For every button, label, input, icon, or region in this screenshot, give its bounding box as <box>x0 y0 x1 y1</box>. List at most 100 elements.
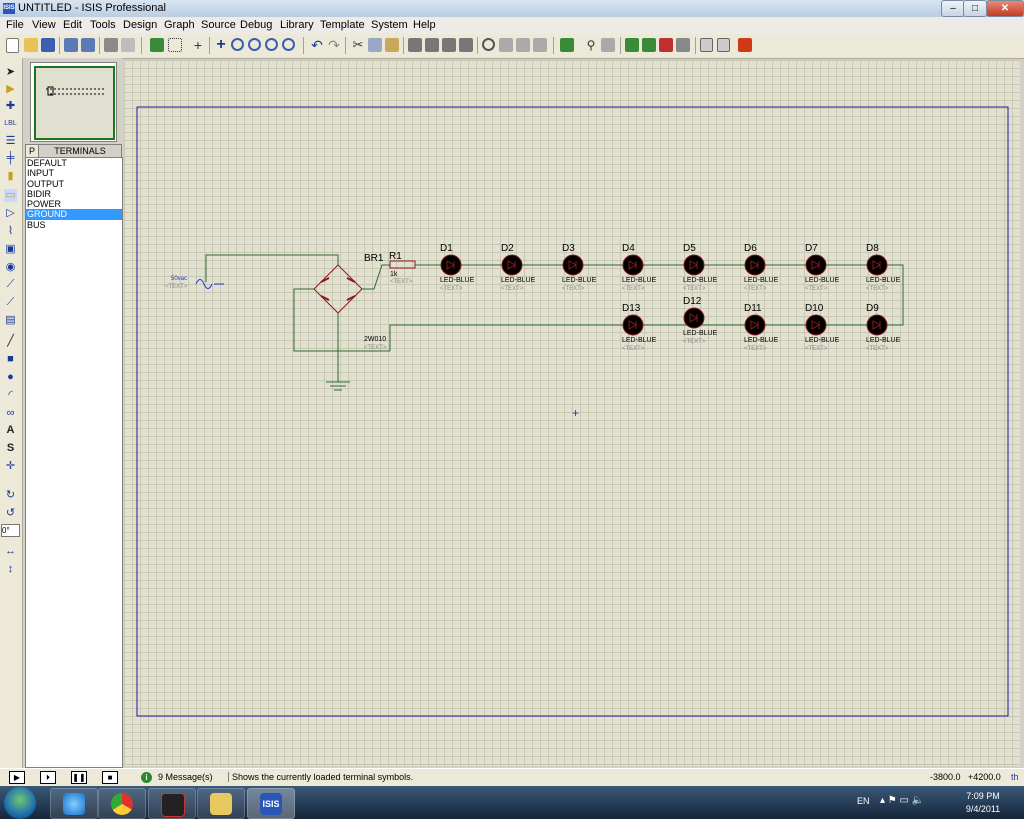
pick-devices-button[interactable]: P <box>25 144 39 158</box>
tape-recorder-icon[interactable]: ▣ <box>4 243 17 256</box>
pan-icon[interactable]: + <box>214 37 228 53</box>
led-symbol[interactable] <box>866 314 888 336</box>
pause-button[interactable]: ❚❚ <box>71 771 87 784</box>
tray-icons[interactable]: ▴ ⚑ ▭ 🔈 <box>880 795 924 806</box>
bridge-rectifier-symbol[interactable] <box>313 264 363 314</box>
undo-icon[interactable]: ↶ <box>310 38 324 52</box>
symbol-tool-icon[interactable]: S <box>4 442 17 455</box>
resistor-symbol[interactable] <box>389 260 416 269</box>
bill-of-materials-icon[interactable] <box>676 38 690 52</box>
led-symbol[interactable] <box>501 254 523 276</box>
message-count[interactable]: 9 Message(s) <box>158 772 213 782</box>
clock-date[interactable]: 9/4/2011 <box>960 804 1006 814</box>
clock-time[interactable]: 7:09 PM <box>960 791 1006 801</box>
terminal-item-power[interactable]: POWER <box>26 199 122 209</box>
device-pins-icon[interactable]: ▷ <box>4 207 17 220</box>
text-script-icon[interactable]: ☰ <box>4 135 17 148</box>
export-icon[interactable] <box>81 38 95 52</box>
selection-mode-icon[interactable]: ➤ <box>4 66 17 79</box>
led-symbol[interactable] <box>622 314 644 336</box>
led-symbol[interactable] <box>622 254 644 276</box>
menu-tools[interactable]: Tools <box>90 19 116 31</box>
netlist-to-ares-icon[interactable] <box>717 38 730 52</box>
wire-label-icon[interactable]: LBL <box>4 117 17 130</box>
led-symbol[interactable] <box>805 314 827 336</box>
terminal-item-ground[interactable]: GROUND <box>26 209 122 220</box>
menu-debug[interactable]: Debug <box>240 19 272 31</box>
menu-system[interactable]: System <box>371 19 408 31</box>
taskbar-chrome-button[interactable] <box>98 788 146 819</box>
copy-block-icon[interactable] <box>408 38 422 52</box>
zoom-in-icon[interactable] <box>231 38 244 51</box>
make-device-icon[interactable] <box>499 38 513 52</box>
led-symbol[interactable] <box>744 314 766 336</box>
generator-mode-icon[interactable]: ◉ <box>4 261 17 274</box>
minimize-button[interactable]: – <box>941 0 965 17</box>
grid-icon[interactable] <box>168 38 182 52</box>
origin-icon[interactable]: + <box>191 38 205 52</box>
junction-dot-icon[interactable]: ✚ <box>4 100 17 113</box>
zoom-area-icon[interactable] <box>282 38 295 51</box>
terminals-mode-icon[interactable]: ▭ <box>4 189 17 202</box>
marker-tool-icon[interactable]: ✛ <box>4 460 17 473</box>
menu-library[interactable]: Library <box>280 19 314 31</box>
menu-help[interactable]: Help <box>413 19 436 31</box>
box-tool-icon[interactable]: ■ <box>4 353 17 366</box>
component-mode-icon[interactable]: ▶ <box>4 83 17 96</box>
print-area-icon[interactable] <box>121 38 135 52</box>
taskbar-app-button[interactable] <box>148 788 196 819</box>
text-tool-icon[interactable]: A <box>4 424 17 437</box>
rotation-angle-field[interactable]: 0° <box>1 524 20 537</box>
menu-design[interactable]: Design <box>123 19 157 31</box>
ac-source-symbol[interactable] <box>195 279 213 289</box>
terminal-item-output[interactable]: OUTPUT <box>26 179 122 189</box>
zoom-all-icon[interactable] <box>265 38 278 51</box>
paste-icon[interactable] <box>385 38 399 52</box>
menu-template[interactable]: Template <box>320 19 365 31</box>
terminal-list[interactable]: DEFAULT INPUT OUTPUT BIDIR POWER GROUND … <box>25 157 123 768</box>
menu-source[interactable]: Source <box>201 19 236 31</box>
taskbar-ie-button[interactable] <box>50 788 98 819</box>
terminal-item-bus[interactable]: BUS <box>26 220 122 230</box>
led-symbol[interactable] <box>683 254 705 276</box>
maximize-button[interactable]: □ <box>963 0 987 17</box>
wire-autorouter-icon[interactable] <box>560 38 574 52</box>
arc-tool-icon[interactable]: ◜ <box>4 389 17 402</box>
graph-mode-icon[interactable]: ⌇ <box>4 225 17 238</box>
taskbar-explorer-button[interactable] <box>197 788 245 819</box>
path-tool-icon[interactable]: ∞ <box>4 407 17 420</box>
zoom-out-icon[interactable] <box>248 38 261 51</box>
electrical-check-icon[interactable] <box>700 38 713 52</box>
current-probe-icon[interactable]: ⟋ <box>4 296 17 309</box>
start-button[interactable] <box>4 787 36 819</box>
rotate-clockwise-icon[interactable]: ↻ <box>4 489 17 502</box>
schematic-canvas[interactable]: 50vac <TEXT> BR1 2W010 <TEXT> R1 1k <TEX… <box>124 60 1020 766</box>
taskbar-isis-button[interactable]: ISIS <box>247 788 295 819</box>
ground-symbol[interactable] <box>326 381 350 391</box>
property-tool-icon[interactable] <box>601 38 615 52</box>
led-symbol[interactable] <box>744 254 766 276</box>
import-icon[interactable] <box>64 38 78 52</box>
terminal-item-bidir[interactable]: BIDIR <box>26 189 122 199</box>
play-button[interactable]: ▶ <box>9 771 25 784</box>
exit-to-parent-icon[interactable] <box>659 38 673 52</box>
menu-graph[interactable]: Graph <box>164 19 195 31</box>
source-label[interactable]: 50vac <box>171 276 187 282</box>
overview-viewport[interactable] <box>34 66 115 140</box>
save-icon[interactable] <box>41 38 55 52</box>
open-icon[interactable] <box>24 38 38 52</box>
mirror-horizontal-icon[interactable]: ↔ <box>4 545 17 558</box>
led-symbol[interactable] <box>805 254 827 276</box>
mirror-vertical-icon[interactable]: ↕ <box>4 563 17 576</box>
info-icon[interactable]: i <box>141 772 152 783</box>
led-symbol[interactable] <box>683 307 705 329</box>
buses-icon[interactable]: ╪ <box>4 152 17 165</box>
new-sheet-icon[interactable] <box>625 38 639 52</box>
refresh-icon[interactable] <box>150 38 164 52</box>
led-symbol[interactable] <box>562 254 584 276</box>
new-icon[interactable] <box>6 38 19 53</box>
delete-block-icon[interactable] <box>459 38 473 52</box>
menu-view[interactable]: View <box>32 19 56 31</box>
copy-icon[interactable] <box>368 38 382 52</box>
menu-file[interactable]: File <box>6 19 24 31</box>
